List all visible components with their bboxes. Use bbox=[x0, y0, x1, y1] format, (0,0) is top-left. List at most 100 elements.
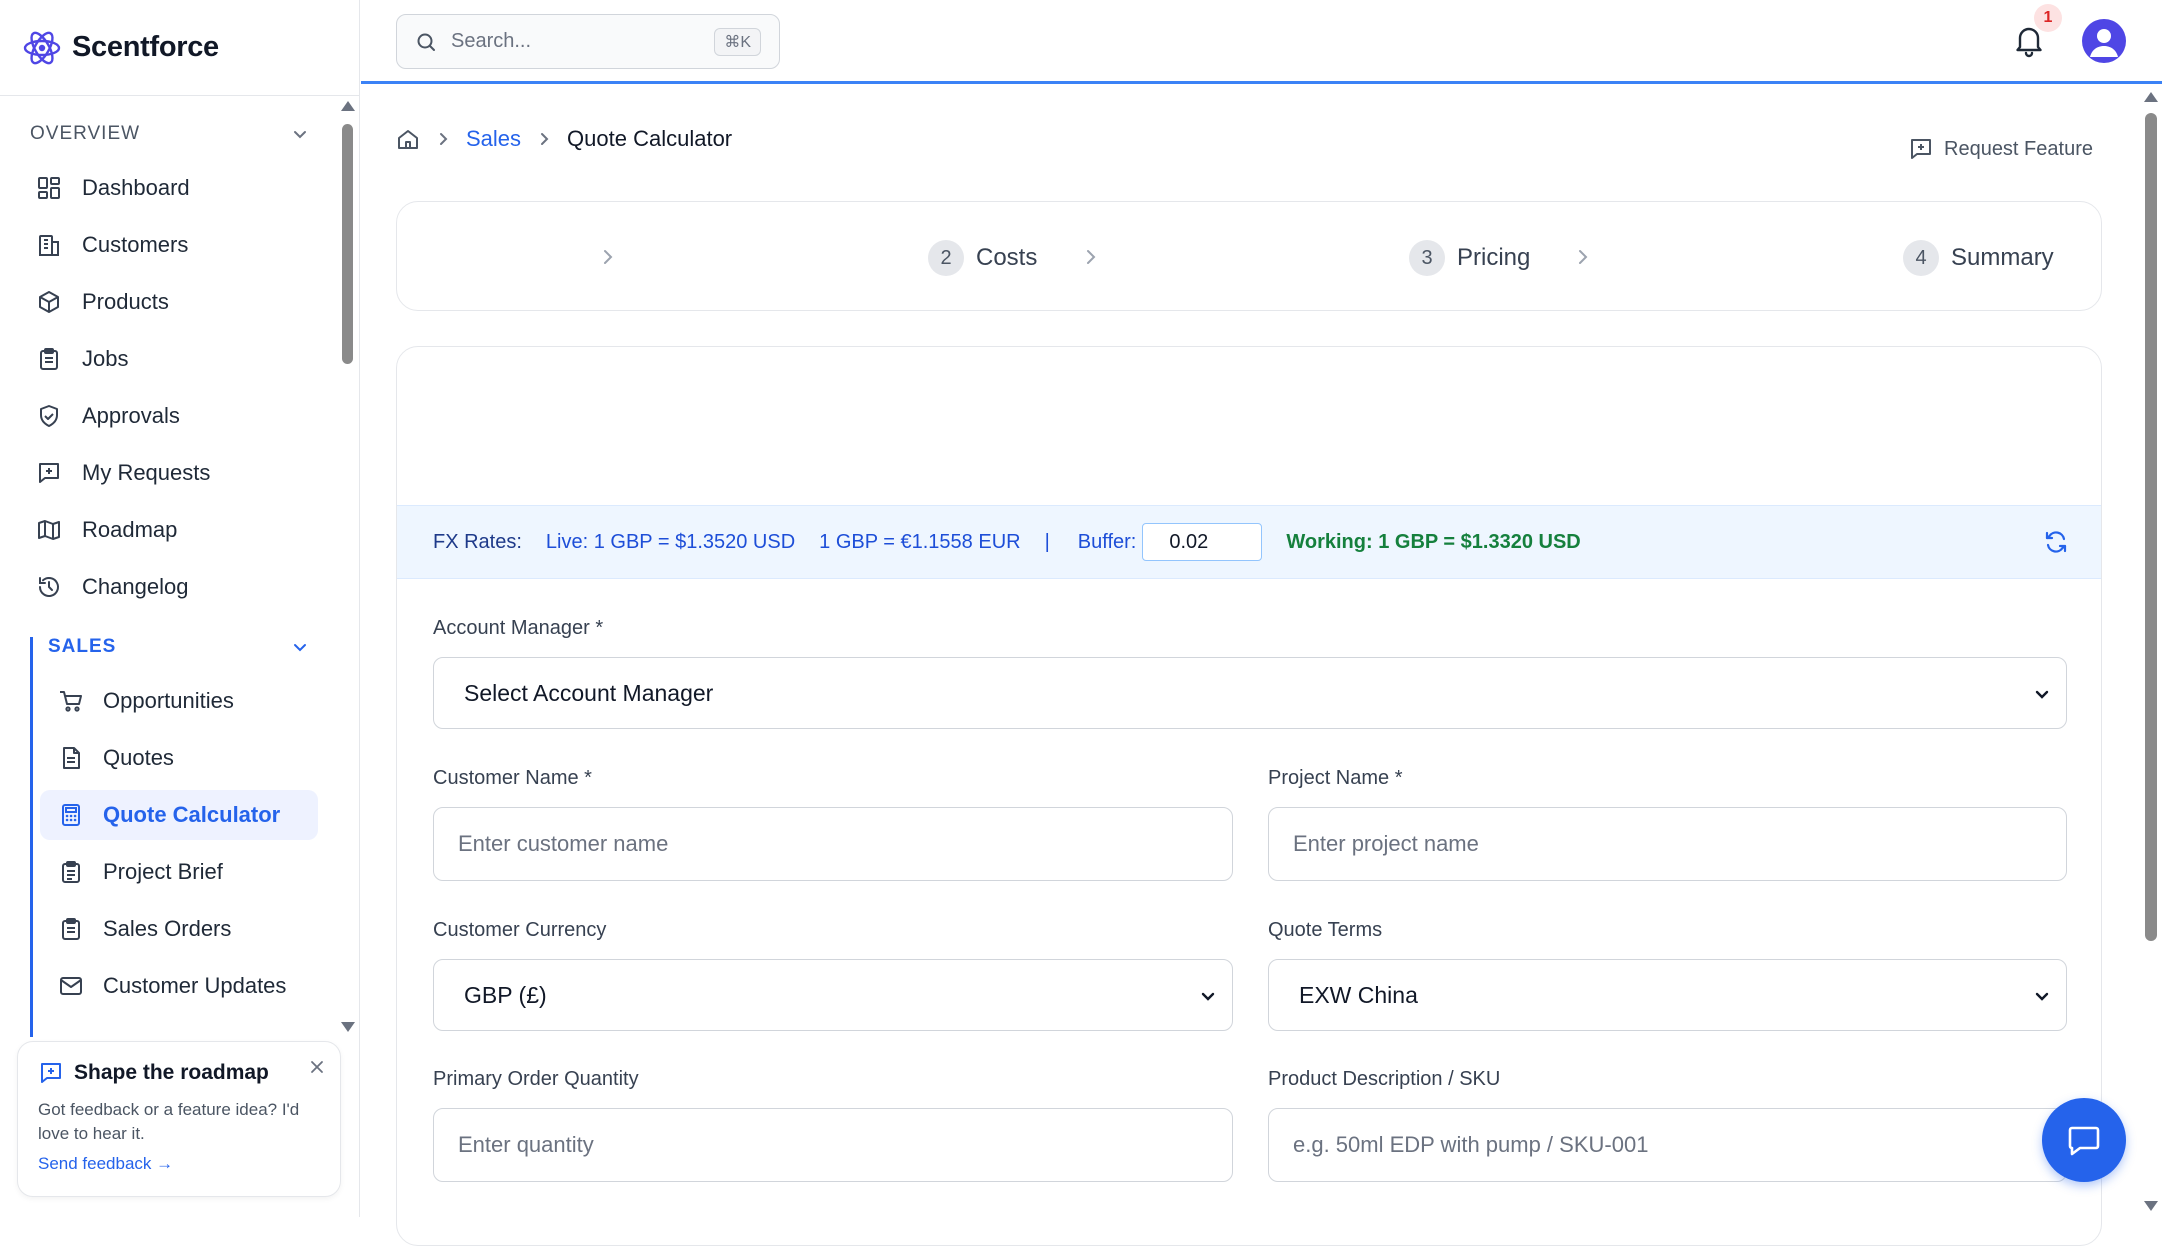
sidebar-item-jobs[interactable]: Jobs bbox=[30, 334, 320, 384]
history-icon bbox=[39, 577, 59, 597]
product-desc-placeholder: e.g. 50ml EDP with pump / SKU-001 bbox=[1293, 1132, 1649, 1157]
account-manager-label: Account Manager * bbox=[433, 617, 604, 639]
send-feedback-link[interactable]: Send feedback → bbox=[38, 1154, 322, 1174]
atom-logo-icon bbox=[23, 31, 61, 64]
feedback-title: Shape the roadmap bbox=[74, 1061, 269, 1084]
close-icon[interactable] bbox=[308, 1058, 326, 1076]
sales-section-indicator bbox=[30, 637, 33, 1037]
overview-section-header[interactable]: OVERVIEW bbox=[30, 119, 310, 149]
chevron-right-icon bbox=[1087, 250, 1096, 264]
sidebar-scroll-down[interactable] bbox=[341, 1022, 355, 1032]
customer-name-input[interactable]: Enter customer name bbox=[433, 807, 1233, 881]
clipboard-list-icon bbox=[62, 861, 80, 883]
message-plus-icon bbox=[39, 463, 59, 483]
chevron-down-icon bbox=[294, 131, 306, 139]
map-icon bbox=[38, 520, 60, 540]
breadcrumb-current: Quote Calculator bbox=[567, 126, 733, 151]
sidebar-item-label: Project Brief bbox=[103, 859, 223, 884]
sidebar-scroll-up[interactable] bbox=[341, 101, 355, 111]
message-plus-icon bbox=[1911, 139, 1931, 159]
sidebar-item-label: My Requests bbox=[82, 460, 211, 485]
sidebar-item-quote-calculator[interactable]: Quote Calculator bbox=[40, 790, 318, 840]
feedback-body: Got feedback or a feature idea? I'd love… bbox=[38, 1100, 300, 1143]
sidebar-item-project-brief[interactable]: Project Brief bbox=[52, 847, 318, 897]
fx-separator: | bbox=[1044, 530, 1050, 553]
customer-currency-select[interactable]: GBP (£) bbox=[433, 959, 1233, 1031]
sidebar-item-opportunities[interactable]: Opportunities bbox=[52, 676, 318, 726]
step-label: Summary bbox=[1951, 244, 2054, 271]
fx-label: FX Rates: bbox=[433, 530, 522, 553]
sidebar-item-label: Dashboard bbox=[82, 175, 190, 200]
quote-terms-select[interactable]: EXW China bbox=[1268, 959, 2067, 1031]
sidebar-item-label: Quote Calculator bbox=[103, 802, 281, 827]
feedback-card: Shape the roadmap Got feedback or a feat… bbox=[17, 1041, 341, 1197]
home-icon[interactable] bbox=[396, 127, 420, 151]
sidebar-item-label: Jobs bbox=[82, 346, 129, 371]
chat-button[interactable] bbox=[2042, 1098, 2126, 1182]
breadcrumb-sales[interactable]: Sales bbox=[466, 126, 521, 152]
sidebar-item-sales-orders[interactable]: Sales Orders bbox=[52, 904, 318, 954]
search-input[interactable]: Search... ⌘K bbox=[396, 14, 780, 69]
product-desc-input[interactable]: e.g. 50ml EDP with pump / SKU-001 bbox=[1268, 1108, 2067, 1182]
shield-check-icon bbox=[40, 405, 58, 427]
sidebar-item-label: Sales Orders bbox=[103, 916, 232, 941]
chevron-right-icon bbox=[1579, 250, 1588, 264]
search-placeholder: Search... bbox=[451, 30, 532, 52]
step-pricing[interactable]: 3 Pricing bbox=[1409, 240, 1530, 276]
sidebar-item-label: Customers bbox=[82, 232, 189, 257]
sidebar-item-products[interactable]: Products bbox=[30, 277, 320, 327]
logo[interactable]: Scentforce bbox=[0, 0, 359, 96]
sales-section-header[interactable]: SALES bbox=[30, 632, 310, 662]
fx-buffer-input[interactable]: 0.02 bbox=[1142, 523, 1263, 561]
fx-rates-bar: FX Rates: Live: 1 GBP = $1.3520 USD 1 GB… bbox=[397, 505, 2101, 579]
sidebar-item-label: Customer Updates bbox=[103, 973, 287, 998]
file-text-icon bbox=[63, 747, 80, 769]
primary-qty-label: Primary Order Quantity bbox=[433, 1068, 639, 1090]
building-icon bbox=[39, 235, 59, 256]
chat-icon bbox=[2068, 1126, 2100, 1156]
chevron-right-icon bbox=[440, 133, 448, 145]
sidebar-item-quotes[interactable]: Quotes bbox=[52, 733, 318, 783]
main-scroll-up[interactable] bbox=[2144, 92, 2158, 102]
account-manager-select[interactable]: Select Account Manager bbox=[433, 657, 2067, 729]
sidebar-item-label: Quotes bbox=[103, 745, 174, 770]
sidebar-item-approvals[interactable]: Approvals bbox=[30, 391, 320, 441]
fx-live-usd: Live: 1 GBP = $1.3520 USD bbox=[545, 530, 796, 553]
sales-title: SALES bbox=[48, 636, 117, 657]
request-feature-button[interactable]: Request Feature bbox=[1908, 136, 2093, 162]
product-desc-label: Product Description / SKU bbox=[1268, 1068, 1501, 1090]
customer-name-label: Customer Name * bbox=[433, 767, 592, 789]
sidebar-item-changelog[interactable]: Changelog bbox=[30, 562, 320, 612]
refresh-icon[interactable] bbox=[2043, 529, 2069, 555]
primary-qty-input[interactable]: Enter quantity bbox=[433, 1108, 1233, 1182]
box-icon bbox=[39, 291, 59, 313]
user-icon bbox=[2090, 29, 2118, 57]
sidebar-item-my-requests[interactable]: My Requests bbox=[30, 448, 320, 498]
fx-working-rate: Working: 1 GBP = $1.3320 USD bbox=[1286, 530, 1581, 553]
step-summary[interactable]: 4 Summary bbox=[1903, 240, 2054, 276]
message-plus-icon bbox=[41, 1063, 61, 1083]
quote-terms-label: Quote Terms bbox=[1268, 919, 1383, 941]
sidebar-item-roadmap[interactable]: Roadmap bbox=[30, 505, 320, 555]
avatar[interactable] bbox=[2082, 19, 2126, 63]
step-label: Pricing bbox=[1457, 244, 1531, 271]
quote-stepper: 2 Costs 3 Pricing 4 Summary bbox=[396, 201, 2102, 311]
search-icon bbox=[417, 33, 435, 51]
cart-icon bbox=[60, 691, 82, 712]
sidebar-item-customers[interactable]: Customers bbox=[30, 220, 320, 270]
sidebar: Scentforce OVERVIEW Dashboard Customers … bbox=[0, 0, 360, 1217]
clipboard-check-icon bbox=[62, 918, 80, 940]
sidebar-item-customer-updates[interactable]: Customer Updates bbox=[52, 961, 318, 1011]
sidebar-item-dashboard[interactable]: Dashboard bbox=[30, 163, 320, 213]
chevron-down-icon bbox=[2035, 992, 2049, 1001]
chevron-down-icon bbox=[2035, 690, 2049, 699]
step-costs[interactable]: 2 Costs bbox=[928, 240, 1037, 276]
chevron-down-icon bbox=[1201, 992, 1215, 1001]
project-name-input[interactable]: Enter project name bbox=[1268, 807, 2067, 881]
main-scroll-down[interactable] bbox=[2144, 1201, 2158, 1211]
customer-currency-value: GBP (£) bbox=[464, 981, 547, 1008]
sidebar-scrollbar-thumb[interactable] bbox=[342, 124, 353, 364]
step-label: Costs bbox=[976, 244, 1038, 271]
main-scrollbar-thumb[interactable] bbox=[2145, 113, 2157, 941]
account-manager-value: Select Account Manager bbox=[464, 679, 714, 706]
